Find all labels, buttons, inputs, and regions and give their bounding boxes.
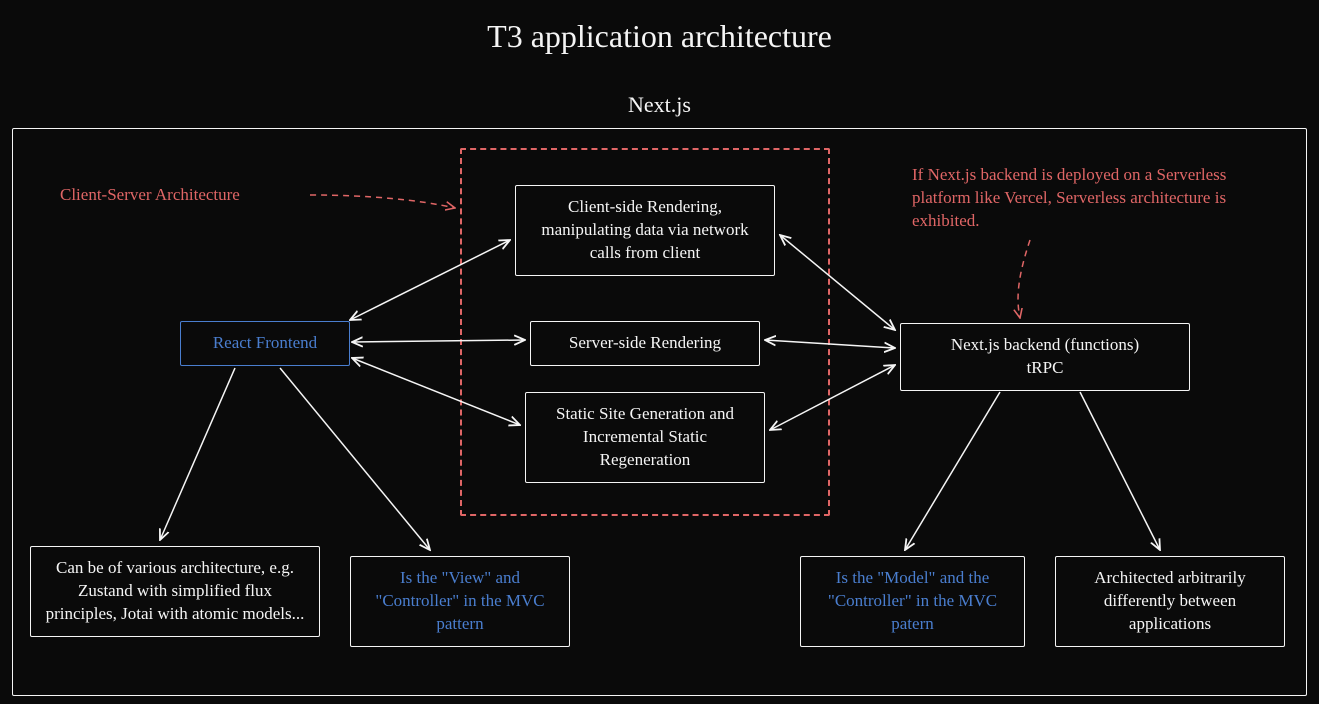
ssg-label: Static Site Generation and Incremental S…	[556, 404, 734, 469]
ssg-box: Static Site Generation and Incremental S…	[525, 392, 765, 483]
react-frontend-box: React Frontend	[180, 321, 350, 366]
ssr-box: Server-side Rendering	[530, 321, 760, 366]
backend-mvc-label: Is the "Model" and the "Controller" in t…	[828, 568, 997, 633]
backend-label-line2: tRPC	[1027, 358, 1064, 377]
serverless-annotation: If Next.js backend is deployed on a Serv…	[912, 164, 1272, 233]
diagram-canvas: T3 application architecture Next.js Clie…	[0, 0, 1319, 704]
ssr-label: Server-side Rendering	[569, 333, 721, 352]
backend-mvc-box: Is the "Model" and the "Controller" in t…	[800, 556, 1025, 647]
client-server-annotation: Client-Server Architecture	[60, 184, 240, 207]
frontend-mvc-box: Is the "View" and "Controller" in the MV…	[350, 556, 570, 647]
backend-arch-note-label: Architected arbitrarily differently betw…	[1094, 568, 1246, 633]
framework-label: Next.js	[0, 92, 1319, 118]
frontend-mvc-label: Is the "View" and "Controller" in the MV…	[375, 568, 544, 633]
frontend-arch-note-box: Can be of various architecture, e.g. Zus…	[30, 546, 320, 637]
react-frontend-label: React Frontend	[213, 333, 317, 352]
backend-arch-note-box: Architected arbitrarily differently betw…	[1055, 556, 1285, 647]
diagram-title: T3 application architecture	[0, 18, 1319, 55]
csr-box: Client-side Rendering, manipulating data…	[515, 185, 775, 276]
backend-box: Next.js backend (functions) tRPC	[900, 323, 1190, 391]
csr-label: Client-side Rendering, manipulating data…	[541, 197, 748, 262]
frontend-arch-note-label: Can be of various architecture, e.g. Zus…	[46, 558, 305, 623]
backend-label-line1: Next.js backend (functions)	[951, 335, 1139, 354]
